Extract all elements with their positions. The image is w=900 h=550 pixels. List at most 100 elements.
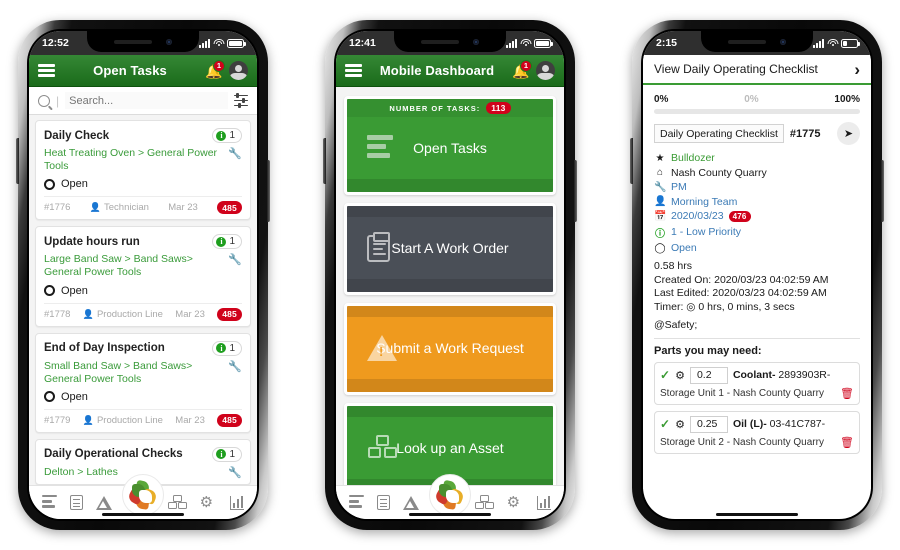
- task-list[interactable]: Daily Check i 1 Heat Treating Oven > Gen…: [29, 115, 257, 485]
- user-avatar-icon[interactable]: [536, 61, 555, 80]
- task-header: Daily Operational Checks i 1: [44, 446, 242, 462]
- nav-boxes-icon[interactable]: [167, 495, 187, 510]
- meta-priority-value[interactable]: 1 - Low Priority: [671, 226, 741, 238]
- wrench-icon: 🔧: [654, 181, 667, 193]
- nav-warning-triangle-icon[interactable]: [95, 495, 112, 510]
- task-footer: #1778 👤 Production Line Mar 23 485: [44, 302, 242, 321]
- card-main: Start A Work Order: [347, 217, 553, 279]
- checklist-header[interactable]: View Daily Operating Checklist ›: [643, 55, 871, 85]
- task-assignee-label: Technician: [104, 202, 149, 214]
- check-icon[interactable]: ✓: [660, 417, 670, 431]
- trash-icon[interactable]: 🗑: [840, 387, 854, 400]
- search-input[interactable]: [65, 92, 228, 109]
- meta-type-value[interactable]: PM: [671, 181, 687, 193]
- share-arrow-icon[interactable]: ➤: [837, 122, 860, 145]
- nav-gears-settings-icon[interactable]: ⚙: [507, 495, 524, 510]
- meta-date-value[interactable]: 2020/03/23: [671, 210, 724, 222]
- part-bottom-row: Storage Unit 1 - Nash County Quarry 🗑: [660, 387, 854, 400]
- asset-icon: ★: [655, 152, 665, 164]
- nav-bar-chart-icon[interactable]: [229, 495, 245, 510]
- phone-2-screen: 12:41 Mobile Dashboard 🔔 1 NUMBER OF TAS…: [336, 31, 564, 519]
- user-avatar-icon[interactable]: [229, 61, 248, 80]
- nav-list-lines-icon[interactable]: [348, 494, 364, 511]
- nav-gears-settings-icon[interactable]: ⚙: [200, 495, 217, 510]
- chevron-right-icon[interactable]: ›: [854, 61, 860, 78]
- task-asset-path[interactable]: Heat Treating Oven > General Power Tools: [44, 147, 228, 173]
- task-count-value: 1: [229, 130, 235, 141]
- detail-tag: @Safety;: [654, 318, 698, 331]
- app-header: Mobile Dashboard 🔔 1: [336, 55, 564, 87]
- hamburger-menu-icon[interactable]: [345, 64, 362, 77]
- card-label: Start A Work Order: [391, 240, 509, 256]
- task-asset-path[interactable]: Large Band Saw > Band Saws> General Powe…: [44, 253, 228, 279]
- hamburger-menu-icon[interactable]: [38, 64, 55, 77]
- part-row[interactable]: ✓ ⚙ 0.25 Oil (L)- 03-41C787- Storage Uni…: [654, 410, 860, 454]
- wifi-icon: [520, 38, 531, 48]
- part-bottom-row: Storage Unit 2 - Nash County Quarry 🗑: [660, 436, 854, 449]
- trash-icon[interactable]: 🗑: [840, 436, 854, 449]
- gear-icon[interactable]: ⚙: [675, 369, 685, 382]
- dashboard-card-submit-work-request[interactable]: Submit a Work Request: [344, 303, 556, 395]
- app-logo-gear-icon[interactable]: [429, 474, 471, 516]
- task-path-row: Large Band Saw > Band Saws> General Powe…: [44, 253, 242, 279]
- task-count-value: 1: [229, 236, 235, 248]
- check-icon[interactable]: ✓: [660, 368, 670, 382]
- notifications-button[interactable]: 🔔 1: [512, 59, 532, 79]
- wrench-icon[interactable]: 🔧: [228, 360, 242, 373]
- nav-clipboard-icon[interactable]: [376, 495, 390, 510]
- task-asset-path[interactable]: Delton > Lathes: [44, 466, 124, 479]
- meta-row-type: 🔧 PM: [654, 181, 860, 193]
- filter-sliders-icon[interactable]: [234, 93, 248, 108]
- cellular-signal-icon: [199, 38, 210, 48]
- app-logo-gear-icon[interactable]: [122, 474, 164, 516]
- dashboard-card-look-up-asset[interactable]: Look up an Asset: [344, 403, 556, 485]
- nav-warning-triangle-icon[interactable]: [402, 495, 419, 510]
- status-time: 2:15: [656, 37, 678, 49]
- wrench-icon[interactable]: 🔧: [228, 147, 242, 160]
- nav-boxes-icon[interactable]: [474, 495, 494, 510]
- dashboard-card-open-tasks[interactable]: NUMBER OF TASKS: 113 Open Tasks: [344, 96, 556, 195]
- battery-icon: [841, 38, 860, 48]
- task-date: Mar 23: [175, 414, 205, 426]
- wifi-icon: [827, 38, 838, 48]
- dashboard-card-start-work-order[interactable]: Start A Work Order: [344, 203, 556, 295]
- task-badge: 485: [217, 413, 242, 427]
- part-quantity-input[interactable]: 0.25: [689, 415, 728, 433]
- task-card[interactable]: Update hours run i 1 Large Band Saw > Ba…: [35, 226, 251, 327]
- home-indicator: [716, 512, 798, 516]
- front-camera-icon: [780, 38, 786, 45]
- notification-badge: 1: [520, 59, 532, 72]
- card-label: Look up an Asset: [396, 440, 504, 456]
- header-actions: 🔔 1: [512, 59, 555, 80]
- progress-bar: [654, 109, 860, 114]
- gear-icon[interactable]: ⚙: [675, 418, 685, 431]
- speaker-grille: [114, 39, 152, 44]
- task-date: Mar 23: [168, 202, 198, 214]
- person-icon: 👤: [89, 202, 101, 213]
- front-camera-icon: [166, 38, 172, 45]
- nav-bar-chart-icon[interactable]: [536, 495, 552, 510]
- meta-assignee-value[interactable]: Morning Team: [671, 196, 737, 208]
- nav-list-lines-icon[interactable]: [41, 494, 57, 511]
- part-quantity-input[interactable]: 0.2: [689, 366, 728, 384]
- task-assignee: 👤 Technician: [90, 202, 149, 213]
- task-card[interactable]: Daily Check i 1 Heat Treating Oven > Gen…: [35, 120, 251, 221]
- app-header: Open Tasks 🔔 1: [29, 55, 257, 87]
- task-asset-path[interactable]: Small Band Saw > Band Saws> General Powe…: [44, 360, 228, 386]
- meta-status-value[interactable]: Open: [671, 242, 697, 254]
- wrench-icon[interactable]: 🔧: [228, 253, 242, 266]
- phone-2-content: NUMBER OF TASKS: 113 Open Tasks Start A …: [336, 87, 564, 485]
- detail-timer: Timer: ◎ 0 hrs, 0 mins, 3 secs: [654, 300, 795, 313]
- part-row[interactable]: ✓ ⚙ 0.2 Coolant- 2893903R- Storage Unit …: [654, 361, 860, 405]
- nav-clipboard-icon[interactable]: [69, 495, 83, 510]
- notifications-button[interactable]: 🔔 1: [205, 59, 225, 79]
- wrench-icon[interactable]: 🔧: [228, 466, 242, 479]
- meta-asset-value[interactable]: Bulldozer: [671, 152, 715, 164]
- task-card[interactable]: End of Day Inspection i 1 Small Band Saw…: [35, 332, 251, 433]
- task-assignee-label: Production Line: [96, 414, 163, 426]
- screenshot-stage: 12:52 Open Tasks 🔔 1 | Search... Daily C…: [0, 0, 900, 550]
- task-path-row: Heat Treating Oven > General Power Tools…: [44, 147, 242, 173]
- meta-row-asset: ★ Bulldozer: [654, 152, 860, 164]
- part-name-bold: Oil (L)-: [732, 418, 767, 430]
- task-date: Mar 23: [175, 308, 205, 320]
